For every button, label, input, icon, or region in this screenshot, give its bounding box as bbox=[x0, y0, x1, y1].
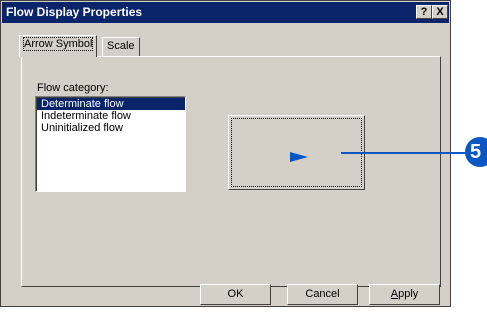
tab-arrow-symbol[interactable]: Arrow Symbol bbox=[19, 35, 98, 57]
flow-category-list[interactable]: Determinate flow Indeterminate flow Unin… bbox=[35, 96, 186, 192]
cancel-button[interactable]: Cancel bbox=[287, 284, 358, 305]
ok-button-label: OK bbox=[227, 288, 244, 300]
tab-scale[interactable]: Scale bbox=[102, 37, 140, 56]
flow-category-label: Flow category: bbox=[37, 82, 109, 94]
cancel-button-label: Cancel bbox=[305, 288, 340, 300]
ok-button[interactable]: OK bbox=[200, 284, 271, 305]
list-item-indeterminate-flow[interactable]: Indeterminate flow bbox=[37, 110, 185, 122]
callout-line bbox=[341, 152, 469, 154]
apply-button[interactable]: Apply bbox=[369, 284, 440, 305]
list-item-determinate-flow[interactable]: Determinate flow bbox=[37, 98, 185, 110]
window-title: Flow Display Properties bbox=[6, 5, 143, 19]
close-button[interactable]: X bbox=[432, 5, 448, 19]
title-bar: Flow Display Properties ? X bbox=[2, 2, 449, 23]
arrow-symbol-icon bbox=[290, 152, 308, 162]
tab-arrow-symbol-label: Arrow Symbol bbox=[22, 37, 94, 51]
callout-step-badge: 5 bbox=[465, 137, 487, 167]
list-item-uninitialized-flow[interactable]: Uninitialized flow bbox=[37, 122, 185, 134]
apply-button-label: pply bbox=[398, 288, 419, 300]
help-button[interactable]: ? bbox=[416, 5, 432, 19]
tab-scale-label: Scale bbox=[107, 40, 135, 52]
apply-button-accelerator: A bbox=[390, 288, 399, 300]
